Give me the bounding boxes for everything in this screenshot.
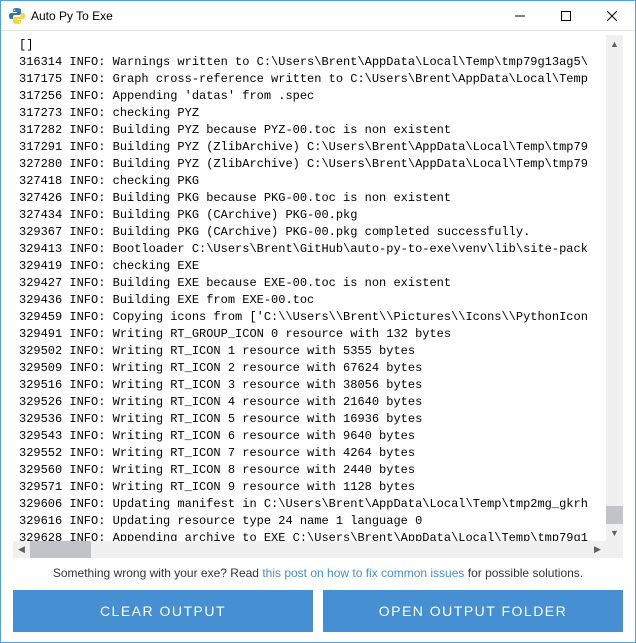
vscroll-track[interactable]	[606, 52, 623, 524]
close-button[interactable]	[589, 1, 635, 30]
scroll-down-icon[interactable]: ▼	[606, 524, 623, 541]
hint-link[interactable]: this post on how to fix common issues	[262, 566, 464, 580]
scroll-right-icon[interactable]: ▶	[589, 541, 606, 558]
titlebar: Auto Py To Exe	[1, 1, 635, 31]
maximize-button[interactable]	[543, 1, 589, 30]
hint-text: Something wrong with your exe? Read this…	[13, 558, 623, 590]
window-title: Auto Py To Exe	[31, 9, 497, 23]
scroll-up-icon[interactable]: ▲	[606, 35, 623, 52]
minimize-button[interactable]	[497, 1, 543, 30]
hint-suffix: for possible solutions.	[464, 566, 583, 580]
window-controls	[497, 1, 635, 30]
scroll-left-icon[interactable]: ◀	[13, 541, 30, 558]
app-icon	[9, 8, 25, 24]
hint-prefix: Something wrong with your exe? Read	[53, 566, 262, 580]
open-output-folder-button[interactable]: OPEN OUTPUT FOLDER	[323, 590, 623, 632]
button-row: CLEAR OUTPUT OPEN OUTPUT FOLDER	[13, 590, 623, 632]
vscroll-thumb[interactable]	[606, 506, 623, 524]
content-area: [] 316314 INFO: Warnings written to C:\U…	[1, 31, 635, 642]
log-container: [] 316314 INFO: Warnings written to C:\U…	[13, 35, 623, 558]
vertical-scrollbar[interactable]: ▲ ▼	[606, 35, 623, 541]
hscroll-thumb[interactable]	[30, 541, 91, 558]
clear-output-button[interactable]: CLEAR OUTPUT	[13, 590, 313, 632]
hscroll-track[interactable]	[30, 541, 589, 558]
log-output[interactable]: [] 316314 INFO: Warnings written to C:\U…	[13, 35, 623, 541]
scrollbar-corner	[606, 541, 623, 558]
horizontal-scrollbar-row: ◀ ▶	[13, 541, 623, 558]
horizontal-scrollbar[interactable]: ◀ ▶	[13, 541, 606, 558]
